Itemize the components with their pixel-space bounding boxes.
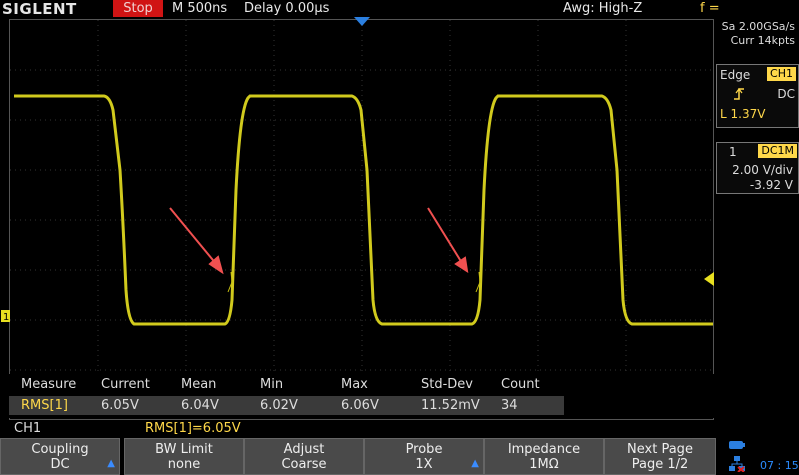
measure-header: Current — [101, 377, 150, 392]
timebase-readout[interactable]: M 500ns — [172, 0, 227, 17]
submenu-arrow-icon: ▲ — [107, 458, 115, 469]
run-stop-status[interactable]: Stop — [113, 0, 163, 17]
trigger-type: Edge — [720, 68, 751, 82]
softkey-title: Probe — [405, 442, 443, 457]
annotation-arrows — [169, 207, 469, 275]
trigger-source: CH1 — [767, 67, 796, 81]
delay-readout[interactable]: Delay 0.00µs — [244, 0, 329, 17]
measure-value-row[interactable]: RMS[1] 6.05V 6.04V 6.02V 6.06V 11.52mV 3… — [9, 396, 564, 415]
measure-cell: 34 — [501, 398, 518, 413]
network-icon — [729, 456, 745, 472]
measure-header-row: Measure Current Mean Min Max Std-Dev Cou… — [9, 375, 564, 394]
trigger-position-marker[interactable] — [354, 17, 370, 27]
channel-status-bar: CH1 RMS[1]=6.05V — [0, 420, 799, 438]
svg-text:1: 1 — [3, 312, 9, 323]
graticule — [10, 20, 713, 419]
measure-header: Min — [260, 377, 284, 392]
ch1-ground-marker[interactable]: 1 — [1, 309, 13, 323]
impedance-softkey[interactable]: Impedance 1MΩ — [484, 438, 604, 475]
next-page-softkey[interactable]: Next Page Page 1/2 — [604, 438, 716, 475]
coupling-softkey[interactable]: Coupling DC ▲ — [0, 438, 120, 475]
submenu-arrow-icon: ▲ — [471, 458, 479, 469]
clock: 07 : 15 — [760, 459, 799, 472]
measure-cell: 6.04V — [181, 398, 219, 413]
measure-header: Count — [501, 377, 540, 392]
softkey-title: Next Page — [627, 442, 693, 457]
measure-header: Measure — [21, 377, 77, 392]
trigger-level-marker[interactable] — [704, 272, 714, 286]
measure-header: Max — [341, 377, 368, 392]
measure-cell: 6.02V — [260, 398, 298, 413]
softkey-title: Coupling — [31, 442, 89, 457]
waveform-display[interactable] — [9, 19, 714, 420]
measure-header: Std-Dev — [421, 377, 473, 392]
channel-number: 1 — [729, 145, 737, 159]
trigger-coupling: DC — [777, 87, 795, 101]
softkey-title: Adjust — [283, 442, 325, 457]
memory-depth: Curr 14kpts — [730, 34, 795, 47]
softkey-value: Coarse — [281, 457, 327, 472]
measure-cell: 6.06V — [341, 398, 379, 413]
brand-logo: SIGLENT — [2, 0, 77, 18]
adjust-softkey[interactable]: Adjust Coarse — [244, 438, 364, 475]
softkey-value: 1X — [415, 457, 433, 472]
measure-header: Mean — [181, 377, 217, 392]
menu-channel-label: CH1 — [14, 421, 42, 436]
ch1-trace — [14, 94, 713, 326]
softkey-value: none — [167, 457, 201, 472]
usb-icon — [729, 441, 745, 449]
measure-cell: 11.52mV — [421, 398, 480, 413]
trigger-level: L 1.37V — [720, 107, 766, 121]
measure-cell: RMS[1] — [21, 398, 68, 413]
softkey-title: BW Limit — [155, 442, 213, 457]
channel-scale: 2.00 V/div — [732, 163, 793, 177]
softkey-value: DC — [50, 457, 70, 472]
probe-softkey[interactable]: Probe 1X ▲ — [364, 438, 484, 475]
top-status-bar: SIGLENT Stop M 500ns Delay 0.00µs Awg: H… — [0, 0, 799, 33]
channel-coupling-tag: DC1M — [758, 144, 797, 158]
measure-summary: RMS[1]=6.05V — [145, 421, 241, 436]
rising-edge-icon — [734, 88, 744, 100]
trigger-info-box[interactable]: Edge CH1 DC L 1.37V — [716, 64, 799, 128]
measurement-table: Measure Current Mean Min Max Std-Dev Cou… — [9, 374, 714, 418]
sample-rate: Sa 2.00GSa/s — [721, 20, 795, 33]
measure-cell: 6.05V — [101, 398, 139, 413]
bw-limit-softkey[interactable]: BW Limit none — [124, 438, 244, 475]
softkey-value: Page 1/2 — [631, 457, 689, 472]
softkey-title: Impedance — [507, 442, 581, 457]
softkey-value: 1MΩ — [529, 457, 559, 472]
channel-offset: -3.92 V — [749, 178, 793, 192]
acquisition-mode: Awg: High-Z — [563, 1, 643, 16]
channel-info-box[interactable]: 1 DC1M 2.00 V/div -3.92 V — [716, 142, 799, 194]
sample-rate-info: Sa 2.00GSa/s Curr 14kpts — [719, 20, 795, 48]
